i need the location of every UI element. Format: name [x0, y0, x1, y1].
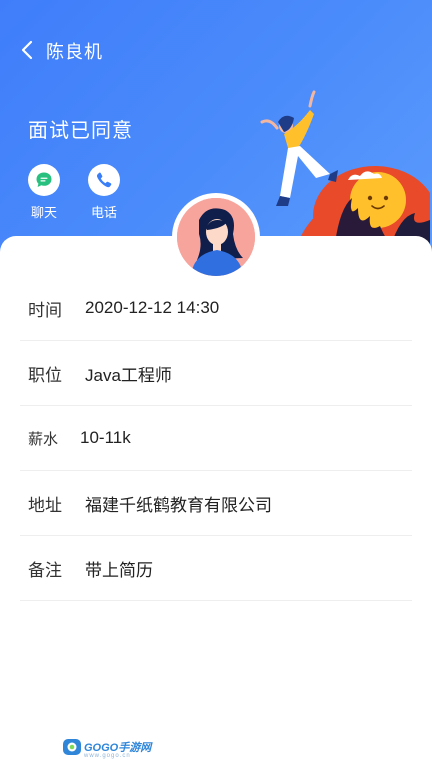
- celebration-illustration: [260, 90, 430, 248]
- phone-label: 电话: [90, 205, 117, 220]
- address-label: 地址: [28, 495, 62, 515]
- chat-label: 聊天: [30, 205, 57, 220]
- time-value: 2020-12-12 14:30: [85, 298, 220, 317]
- chat-icon: [36, 172, 52, 187]
- phone-icon: [96, 172, 112, 188]
- gogo-logo-icon: [63, 739, 81, 755]
- page-title: 陈良机: [46, 42, 103, 62]
- chevron-left-icon: [21, 40, 33, 60]
- watermark-url: www.gogo.cn: [84, 753, 131, 759]
- detail-row-time: 时间 2020-12-12 14:30: [20, 276, 412, 341]
- chat-button[interactable]: 聊天: [24, 164, 64, 221]
- address-value: 福建千纸鹤教育有限公司: [85, 495, 272, 515]
- note-label: 备注: [28, 560, 62, 580]
- time-label: 时间: [28, 300, 62, 320]
- detail-row-note: 备注 带上简历: [20, 536, 412, 601]
- note-value: 带上简历: [85, 560, 153, 580]
- detail-row-salary: 薪水 10-11k: [20, 406, 412, 471]
- watermark-logo: GOGO手游网 www.gogo.cn: [62, 738, 151, 759]
- salary-value: 10-11k: [80, 428, 131, 447]
- salary-label: 薪水: [28, 430, 59, 448]
- position-value: Java工程师: [85, 365, 172, 385]
- avatar-illustration: [177, 198, 255, 276]
- avatar: [172, 193, 260, 281]
- phone-button[interactable]: 电话: [84, 164, 124, 221]
- detail-row-address: 地址 福建千纸鹤教育有限公司: [20, 471, 412, 536]
- detail-row-position: 职位 Java工程师: [20, 341, 412, 406]
- position-label: 职位: [28, 365, 62, 385]
- interview-status: 面试已同意: [28, 120, 133, 142]
- back-button[interactable]: [14, 36, 40, 64]
